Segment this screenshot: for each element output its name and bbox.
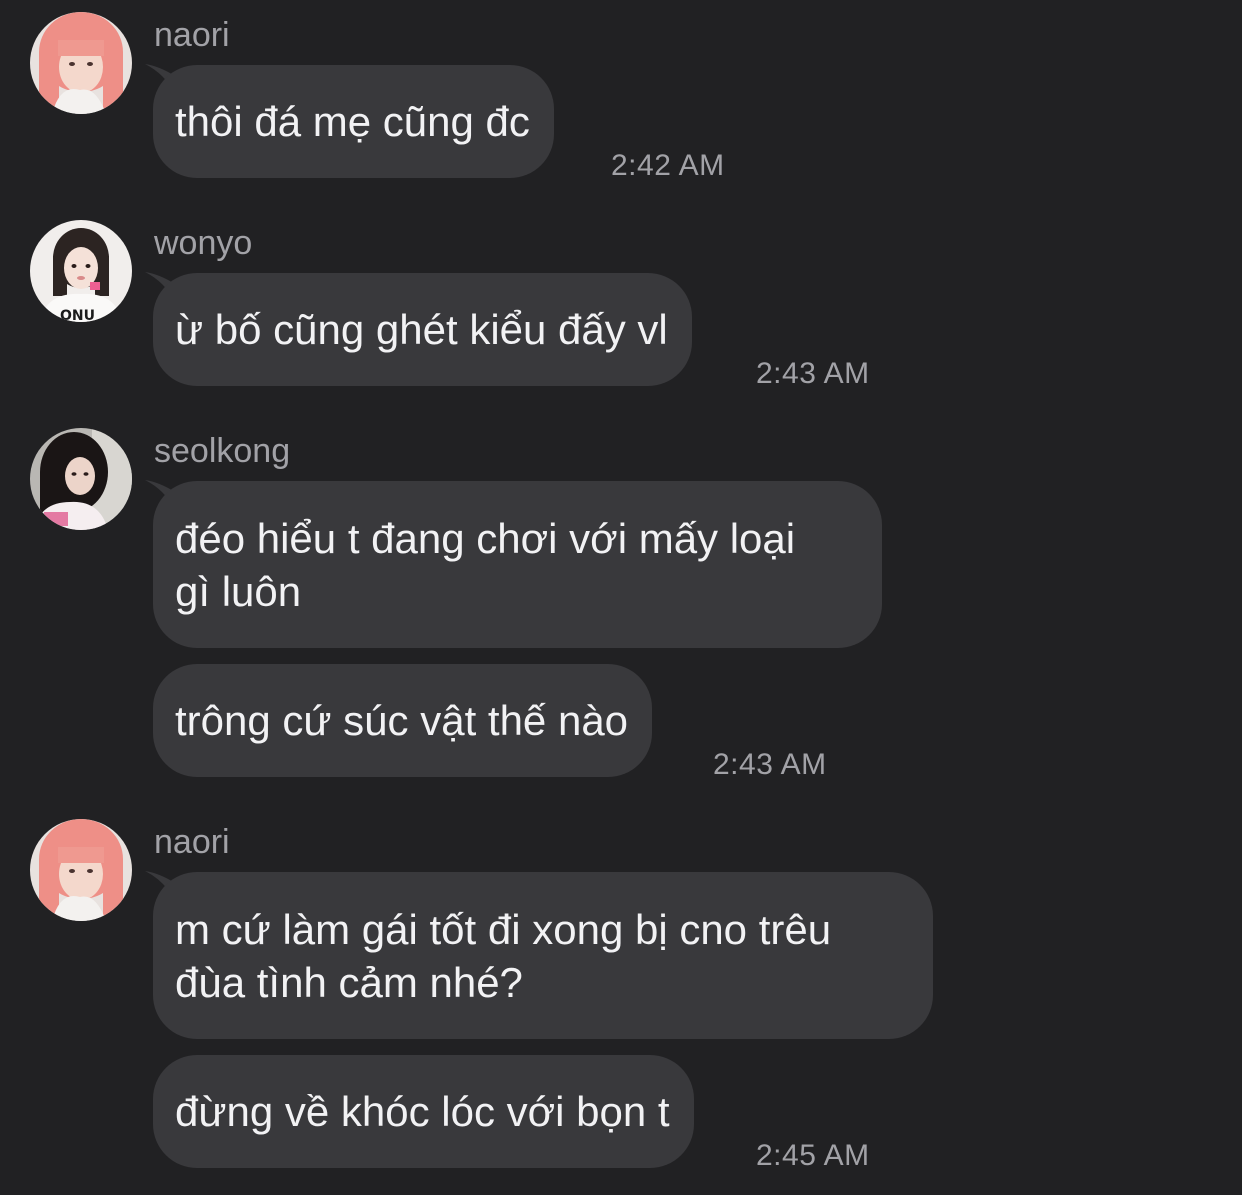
dark-hair-avatar-icon: ONU — [30, 220, 132, 322]
message-bubble[interactable]: trông cứ súc vật thế nào — [153, 664, 653, 777]
sender-name[interactable]: seolkong — [154, 431, 290, 471]
message-bubble[interactable]: ừ bố cũng ghét kiểu đấy vl — [153, 273, 692, 386]
sender-name[interactable]: naori — [154, 822, 230, 862]
message-timestamp: 2:42 AM — [611, 149, 725, 182]
message-bubble[interactable]: thôi đá mẹ cũng đc — [153, 65, 554, 178]
message-bubble[interactable]: đéo hiểu t đang chơi với mấy loại gì luô… — [153, 481, 882, 648]
sender-name[interactable]: wonyo — [154, 223, 252, 263]
sender-name[interactable]: naori — [154, 15, 230, 55]
message-timestamp: 2:45 AM — [756, 1139, 870, 1172]
message-timestamp: 2:43 AM — [713, 748, 827, 781]
message-timestamp: 2:43 AM — [756, 357, 870, 390]
svg-text:ONU: ONU — [60, 308, 95, 322]
message-bubble[interactable]: m cứ làm gái tốt đi xong bị cno trêu đùa… — [153, 872, 933, 1039]
message-bubble[interactable]: đừng về khóc lóc với bọn t — [153, 1055, 694, 1168]
black-hair-avatar-icon — [30, 428, 132, 530]
pink-hair-avatar-icon — [30, 12, 132, 114]
avatar-seolkong[interactable] — [30, 428, 132, 530]
avatar-wonyo[interactable]: ONU — [30, 220, 132, 322]
avatar-naori[interactable] — [30, 819, 132, 921]
pink-hair-avatar-icon — [30, 819, 132, 921]
avatar-naori[interactable] — [30, 12, 132, 114]
